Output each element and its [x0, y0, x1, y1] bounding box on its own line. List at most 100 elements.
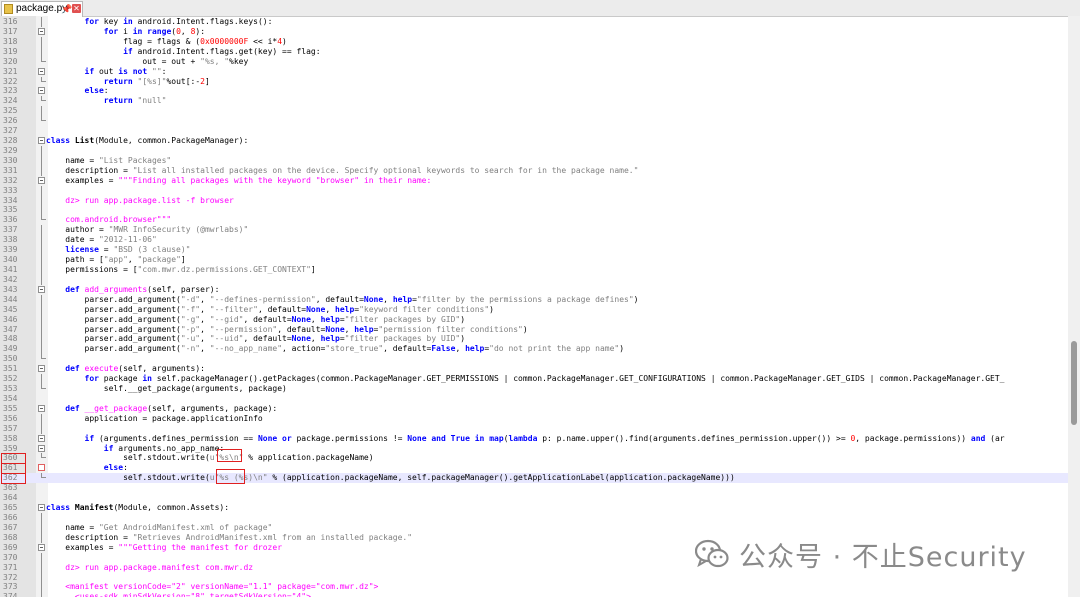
code-text: dz> run app.package.list -f browser	[46, 195, 234, 205]
code-line[interactable]: 361 else:	[0, 463, 1068, 475]
code-line[interactable]: 341 permissions = ["com.mwr.dz.permissio…	[0, 265, 1068, 275]
tab-bar: package.py 📌 ✕	[0, 0, 1080, 17]
code-line[interactable]: 356 application = package.applicationInf…	[0, 413, 1068, 424]
fold-toggle-icon[interactable]	[38, 504, 45, 512]
code-line[interactable]: 349 parser.add_argument("-n", "--no_app_…	[0, 344, 1068, 355]
code-line[interactable]: 358 if (arguments.defines_permission == …	[0, 434, 1068, 444]
line-number: 322	[3, 76, 18, 86]
code-editor[interactable]: 316 for key in android.Intent.flags.keys…	[0, 16, 1068, 597]
code-line[interactable]: 342	[0, 274, 1068, 285]
code-line[interactable]: 336 com.android.browser"""	[0, 215, 1068, 225]
code-line[interactable]: 323 else:	[0, 86, 1068, 96]
code-line[interactable]: 357	[0, 423, 1068, 434]
code-line[interactable]: 333	[0, 185, 1068, 196]
line-number: 326	[3, 116, 18, 126]
code-line[interactable]: 373 <manifest versionCode="2" versionNam…	[0, 582, 1068, 593]
code-line[interactable]: 322 return "[%s]"%out[:-2]	[0, 76, 1068, 87]
code-line[interactable]: 319 if android.Intent.flags.get(key) == …	[0, 46, 1068, 57]
code-line[interactable]: 348 parser.add_argument("-u", "--uid", d…	[0, 334, 1068, 345]
code-text: parser.add_argument("-g", "--gid", defau…	[46, 314, 466, 324]
code-line[interactable]: 321 if out is not "":	[0, 67, 1068, 77]
fold-guide	[41, 225, 42, 236]
code-line[interactable]: 346 parser.add_argument("-g", "--gid", d…	[0, 314, 1068, 325]
line-number: 320	[3, 56, 18, 66]
fold-toggle-icon[interactable]	[38, 67, 45, 75]
fold-toggle-icon[interactable]	[38, 87, 45, 95]
code-line[interactable]: 340 path = ["app", "package"]	[0, 255, 1068, 266]
fold-toggle-icon[interactable]	[38, 285, 45, 293]
code-line[interactable]: 318 flag = flags & (0x0000000F << i*4)	[0, 36, 1068, 47]
fold-toggle-icon[interactable]	[38, 27, 45, 35]
fold-toggle-icon[interactable]	[38, 444, 45, 452]
code-line[interactable]: 352 for package in self.packageManager()…	[0, 374, 1068, 385]
code-text: for key in android.Intent.flags.keys():	[84, 17, 273, 26]
fold-toggle-icon[interactable]	[38, 464, 45, 472]
code-line[interactable]: 335	[0, 205, 1068, 216]
code-text: return "null"	[103, 96, 167, 106]
line-number: 319	[3, 46, 18, 56]
code-line[interactable]: 320 out = out + "%s, "%key	[0, 56, 1068, 67]
code-line[interactable]: 345 parser.add_argument("-f", "--filter"…	[0, 304, 1068, 315]
code-line[interactable]: 337 author = "MWR InfoSecurity (@mwrlabs…	[0, 225, 1068, 236]
code-line[interactable]: 353 self.__get_package(arguments, packag…	[0, 384, 1068, 394]
fold-toggle-icon[interactable]	[38, 365, 45, 373]
code-line[interactable]: 316 for key in android.Intent.flags.keys…	[0, 17, 1068, 27]
line-number: 338	[3, 235, 18, 245]
code-line[interactable]: 324 return "null"	[0, 96, 1068, 106]
code-text: description = "List all installed packag…	[46, 165, 639, 175]
fold-guide	[41, 205, 42, 216]
fold-toggle-icon[interactable]	[38, 543, 45, 551]
code-line[interactable]: 372	[0, 572, 1068, 583]
code-line[interactable]: 330 name = "List Packages"	[0, 155, 1068, 166]
code-line[interactable]: 351 def execute(self, arguments):	[0, 364, 1068, 374]
code-line[interactable]: 350	[0, 354, 1068, 364]
line-number: 340	[3, 255, 18, 265]
code-line[interactable]: 329	[0, 145, 1068, 156]
code-line[interactable]: 344 parser.add_argument("-d", "--defines…	[0, 294, 1068, 305]
vertical-scrollbar[interactable]	[1068, 16, 1080, 597]
code-text: else:	[103, 463, 128, 473]
line-number: 345	[3, 304, 18, 314]
scrollbar-thumb[interactable]	[1071, 341, 1077, 425]
code-line[interactable]: 317 for i in range(0, 8):	[0, 27, 1068, 37]
code-line[interactable]: 325	[0, 106, 1068, 117]
code-line[interactable]: 332 examples = """Finding all packages w…	[0, 176, 1068, 186]
code-line[interactable]: 354	[0, 394, 1068, 404]
code-line[interactable]: 334 dz> run app.package.list -f browser	[0, 195, 1068, 206]
line-number: 327	[3, 126, 18, 136]
code-line[interactable]: 328 class List(Module, common.PackageMana…	[0, 136, 1068, 146]
fold-guide	[41, 334, 42, 345]
code-line[interactable]: 363	[0, 483, 1068, 493]
code-line[interactable]: 343 def add_arguments(self, parser):	[0, 285, 1068, 295]
code-line[interactable]: 331 description = "List all installed pa…	[0, 165, 1068, 176]
line-number: 318	[3, 36, 18, 46]
fold-guide	[41, 522, 42, 533]
code-line[interactable]: 364	[0, 493, 1068, 503]
code-line[interactable]: 359 if arguments.no_app_name:	[0, 444, 1068, 454]
fold-toggle-icon[interactable]	[38, 434, 45, 442]
code-line[interactable]: 374 <uses-sdk minSdkVersion="8" targetSd…	[0, 592, 1068, 597]
code-line[interactable]: 360 self.stdout.write(u"%s\n" % applicat…	[0, 453, 1068, 465]
code-line[interactable]: 326	[0, 116, 1068, 126]
line-number: 342	[3, 274, 18, 284]
code-line[interactable]: 366	[0, 513, 1068, 523]
watermark-text: 公众号 · 不止Security	[739, 541, 1027, 573]
line-number: 333	[3, 185, 18, 195]
code-line[interactable]: 338 date = "2012-11-06"	[0, 235, 1068, 246]
code-text: for i in range(0, 8):	[103, 26, 206, 36]
code-line[interactable]: 362 self.stdout.write(u"%s (%s)\n" % (ap…	[0, 473, 1068, 485]
close-tab-icon[interactable]: ✕	[72, 4, 81, 13]
code-line[interactable]: 327	[0, 126, 1068, 136]
code-line[interactable]: 365 class Manifest(Module, common.Assets)…	[0, 503, 1068, 513]
code-text: author = "MWR InfoSecurity (@mwrlabs)"	[46, 225, 249, 235]
code-line[interactable]: 339 license = "BSD (3 clause)"	[0, 245, 1068, 256]
fold-toggle-icon[interactable]	[38, 404, 45, 412]
fold-toggle-icon[interactable]	[38, 176, 45, 184]
code-line[interactable]: 367 name = "Get AndroidManifest.xml of p…	[0, 522, 1068, 533]
code-line[interactable]: 347 parser.add_argument("-p", "--permiss…	[0, 324, 1068, 335]
code-line[interactable]: 355 def __get_package(self, arguments, p…	[0, 404, 1068, 414]
fold-toggle-icon[interactable]	[38, 137, 45, 145]
tab-package-py[interactable]: package.py 📌 ✕	[1, 1, 83, 17]
line-number: 374	[3, 592, 18, 597]
pin-icon[interactable]: 📌	[61, 2, 72, 16]
